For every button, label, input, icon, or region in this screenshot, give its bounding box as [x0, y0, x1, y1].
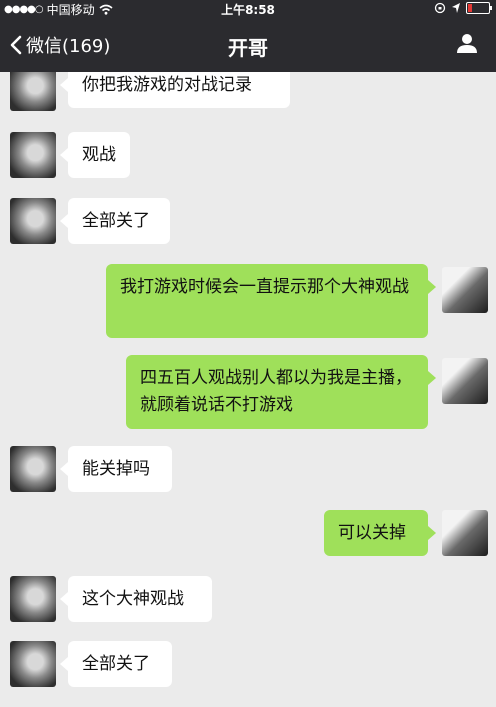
message-bubble-outgoing[interactable]: 可以关掉	[324, 510, 436, 556]
person-icon	[457, 34, 477, 53]
status-time: 上午8:58	[221, 3, 275, 17]
status-bar: ●●●●○ 中国移动 上午8:58	[0, 0, 496, 18]
message-bubble-incoming[interactable]: 能关掉吗	[60, 446, 172, 492]
status-right	[434, 2, 492, 14]
message-bubble-outgoing[interactable]: 四五百人观战别人都以为我是主播，就顾着说话不打游戏	[126, 355, 436, 429]
avatar-self[interactable]	[442, 267, 488, 313]
avatar[interactable]	[10, 576, 56, 622]
avatar-self[interactable]	[442, 358, 488, 404]
chat-info-button[interactable]	[456, 32, 478, 58]
message-bubble-incoming[interactable]: 观战	[60, 132, 130, 178]
message-bubble-incoming[interactable]: 全部关了	[60, 641, 172, 687]
avatar[interactable]	[10, 198, 56, 244]
message-bubble-incoming[interactable]: 全部关了	[60, 198, 170, 244]
message-bubble-incoming[interactable]: 这个大神观战	[60, 576, 212, 622]
location-arrow-icon	[452, 3, 460, 13]
avatar[interactable]	[10, 72, 56, 111]
message-bubble-incoming[interactable]: 你把我游戏的对战记录	[60, 72, 290, 108]
avatar[interactable]	[10, 132, 56, 178]
chat-area[interactable]: 你把我游戏的对战记录 观战 全部关了 我打游戏时候会一直提示那个大神观战 四五百…	[0, 72, 496, 707]
orientation-lock-icon	[434, 2, 446, 14]
nav-bar: 微信(169) 开哥	[0, 18, 496, 72]
avatar-self[interactable]	[442, 510, 488, 556]
message-bubble-outgoing[interactable]: 我打游戏时候会一直提示那个大神观战	[106, 264, 436, 338]
avatar[interactable]	[10, 446, 56, 492]
chat-title: 开哥	[228, 36, 268, 60]
battery-icon	[466, 2, 492, 14]
avatar[interactable]	[10, 641, 56, 687]
